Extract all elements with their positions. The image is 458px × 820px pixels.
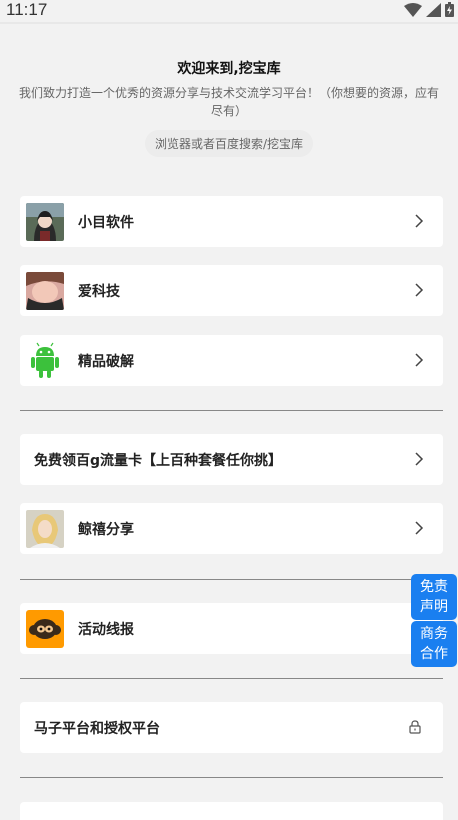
list-item-label: 小目软件 <box>78 214 134 231</box>
list-item-jingxi-share[interactable]: 鲸禧分享 <box>20 503 443 554</box>
portrait-avatar-icon <box>26 509 64 548</box>
welcome-header: 欢迎来到,挖宝库 我们致力打造一个优秀的资源分享与技术交流学习平台！（你想要的资… <box>0 58 458 157</box>
list-item-platform-auth[interactable]: 马子平台和授权平台 <box>20 702 443 753</box>
status-time: 11:17 <box>6 0 48 19</box>
chevron-right-icon <box>415 353 424 367</box>
chevron-right-icon <box>415 283 424 297</box>
disclaimer-label-1: 免责 <box>420 579 448 595</box>
lock-icon <box>409 720 421 734</box>
list-item-label: 精品破解 <box>78 353 134 370</box>
business-label-2: 合作 <box>420 646 448 662</box>
monkey-icon <box>26 609 64 648</box>
android-icon <box>26 341 64 380</box>
list-item-label: 免费领百g流量卡【上百种套餐任你挑】 <box>34 452 283 469</box>
top-band <box>0 22 458 24</box>
section-divider <box>20 678 443 679</box>
list-item-partial[interactable] <box>20 802 443 820</box>
business-label-1: 商务 <box>420 626 448 642</box>
battery-icon <box>445 2 454 17</box>
list-item-free-data-card[interactable]: 免费领百g流量卡【上百种套餐任你挑】 <box>20 434 443 485</box>
chevron-right-icon <box>415 214 424 228</box>
list-item-jingpin-pojie[interactable]: 精品破解 <box>20 335 443 386</box>
page-description: 我们致力打造一个优秀的资源分享与技术交流学习平台！（你想要的资源，应有尽有） <box>18 86 439 118</box>
list-item-xiaomu-software[interactable]: 小目软件 <box>20 196 443 247</box>
wifi-icon <box>404 2 422 17</box>
status-bar: 11:17 <box>0 0 458 22</box>
disclaimer-label-2: 声明 <box>420 599 448 615</box>
list-item-label: 爱科技 <box>78 283 120 300</box>
list-item-activity-deals[interactable]: 活动线报 <box>20 603 443 654</box>
section-divider <box>20 579 443 580</box>
list-item-label: 活动线报 <box>78 621 134 638</box>
portrait-avatar-icon <box>26 271 64 310</box>
page-title: 欢迎来到,挖宝库 <box>177 61 281 77</box>
signal-icon <box>426 2 441 17</box>
chevron-right-icon <box>415 521 424 535</box>
list-item-label: 马子平台和授权平台 <box>34 720 160 737</box>
chevron-right-icon <box>415 452 424 466</box>
search-hint-pill[interactable]: 浏览器或者百度搜索/挖宝库 <box>144 130 314 157</box>
anime-avatar-icon <box>26 202 64 241</box>
list-item-label: 鲸禧分享 <box>78 521 134 538</box>
section-divider <box>20 410 443 411</box>
business-cooperation-button[interactable]: 商务 合作 <box>411 621 457 667</box>
list-item-ai-keji[interactable]: 爱科技 <box>20 265 443 316</box>
disclaimer-button[interactable]: 免责 声明 <box>411 574 457 620</box>
section-divider <box>20 777 443 778</box>
